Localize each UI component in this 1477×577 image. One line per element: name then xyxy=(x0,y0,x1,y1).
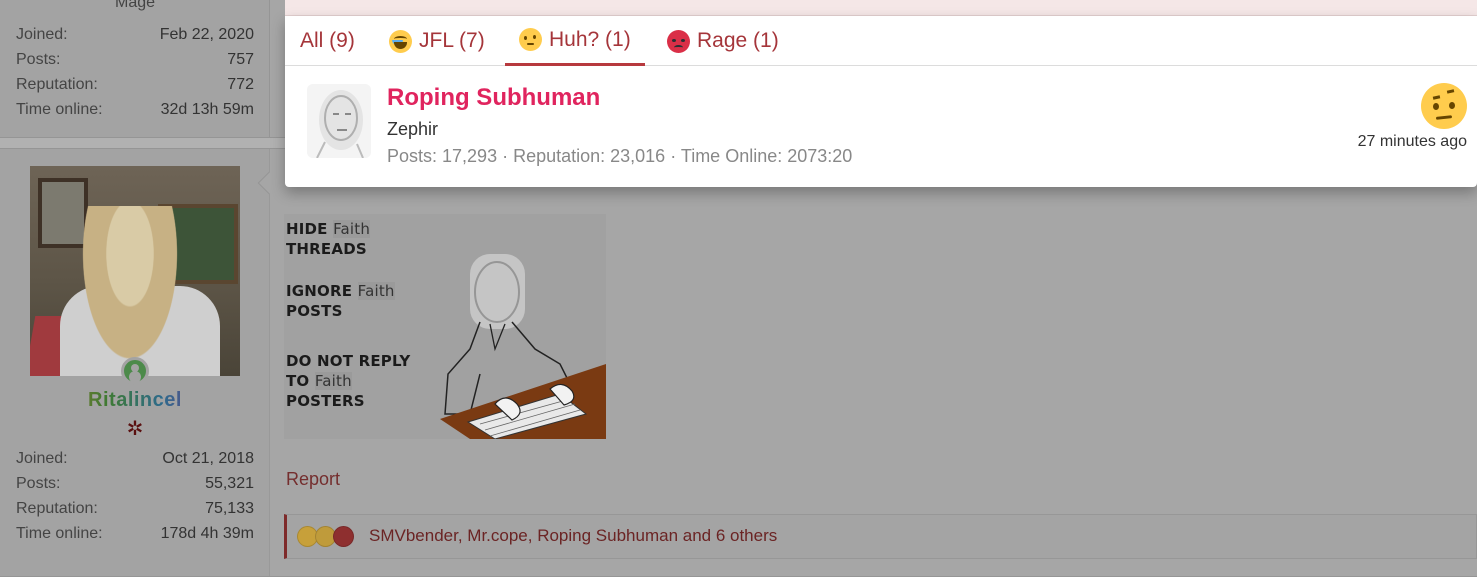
reactions-bar[interactable]: SMVbender, Mr.cope, Roping Subhuman and … xyxy=(284,514,1477,559)
jfl-emoji-icon xyxy=(389,29,412,53)
username[interactable]: Ritalincel xyxy=(0,389,270,412)
reaction-timestamp: 27 minutes ago xyxy=(1357,133,1467,150)
current-post: Ritalincel ✲ Joined: Oct 21, 2018 Posts: 5… xyxy=(0,148,1477,577)
online-status-icon xyxy=(121,357,149,385)
user-avatar[interactable] xyxy=(30,166,240,376)
signature-image: HIDE Faith THREADS IGNORE Faith POSTS DO… xyxy=(284,214,606,439)
rank-badge-icon: ✲ xyxy=(126,418,144,440)
signature-line-no-reply: DO NOT REPLY TO Faith POSTERS xyxy=(286,352,411,410)
tab-huh[interactable]: Huh? (1) xyxy=(505,16,645,66)
stat-joined: Joined: Feb 22, 2020 xyxy=(16,26,254,43)
report-link[interactable]: Report xyxy=(286,469,340,490)
reaction-tabs: All (9) JFL (7) Huh? (1) Rage (1) xyxy=(285,16,1477,66)
raised-eyebrow-emoji-icon xyxy=(1421,83,1467,129)
stat-time-online: Time online: 32d 13h 59m xyxy=(16,101,254,118)
stat-reputation: Reputation: 75,133 xyxy=(16,500,254,517)
reactor-stats: Posts: 17,293 · Reputation: 23,016 · Tim… xyxy=(387,146,853,166)
reactions-popup: All (9) JFL (7) Huh? (1) Rage (1) Roping… xyxy=(285,16,1477,187)
user-stats: Joined: Oct 21, 2018 Posts: 55,321 Reputat… xyxy=(16,446,254,546)
reactions-summary-link[interactable]: SMVbender, Mr.cope, Roping Subhuman and … xyxy=(369,526,777,546)
stat-reputation: Reputation: 772 xyxy=(16,76,254,93)
rage-emoji-icon xyxy=(333,526,354,547)
stat-posts: Posts: 55,321 xyxy=(16,475,254,492)
signature-line-hide: HIDE Faith THREADS xyxy=(286,220,371,258)
user-stats: Joined: Feb 22, 2020 Posts: 757 Reputation… xyxy=(16,22,254,122)
rage-emoji-icon xyxy=(667,29,690,53)
wojak-avatar-image xyxy=(307,84,371,158)
user-rank-title: Mage xyxy=(114,0,156,11)
stat-joined: Joined: Oct 21, 2018 xyxy=(16,450,254,467)
reactor-avatar[interactable] xyxy=(307,84,371,158)
huh-emoji-icon xyxy=(519,28,542,51)
reaction-icons xyxy=(297,526,354,547)
signature-line-ignore: IGNORE Faith POSTS xyxy=(286,282,395,320)
previous-post-user-column: Mage Joined: Feb 22, 2020 Posts: 757 Reput… xyxy=(0,0,270,137)
typing-wojak-drawing xyxy=(440,254,606,439)
stat-time-online: Time online: 178d 4h 39m xyxy=(16,525,254,542)
overlay-header-strip xyxy=(285,0,1477,16)
stat-posts: Posts: 757 xyxy=(16,51,254,68)
post-user-column: Ritalincel ✲ Joined: Oct 21, 2018 Posts: 5… xyxy=(0,149,270,576)
tab-rage[interactable]: Rage (1) xyxy=(667,16,779,66)
reactor-username[interactable]: Roping Subhuman xyxy=(387,84,600,112)
reaction-entry: Roping Subhuman Zephir Posts: 17,293 · R… xyxy=(285,67,1477,187)
tab-all[interactable]: All (9) xyxy=(300,16,355,66)
tab-jfl[interactable]: JFL (7) xyxy=(389,16,485,66)
post-body: HIDE Faith THREADS IGNORE Faith POSTS DO… xyxy=(257,149,1477,576)
reactor-user-title: Zephir xyxy=(387,119,439,139)
